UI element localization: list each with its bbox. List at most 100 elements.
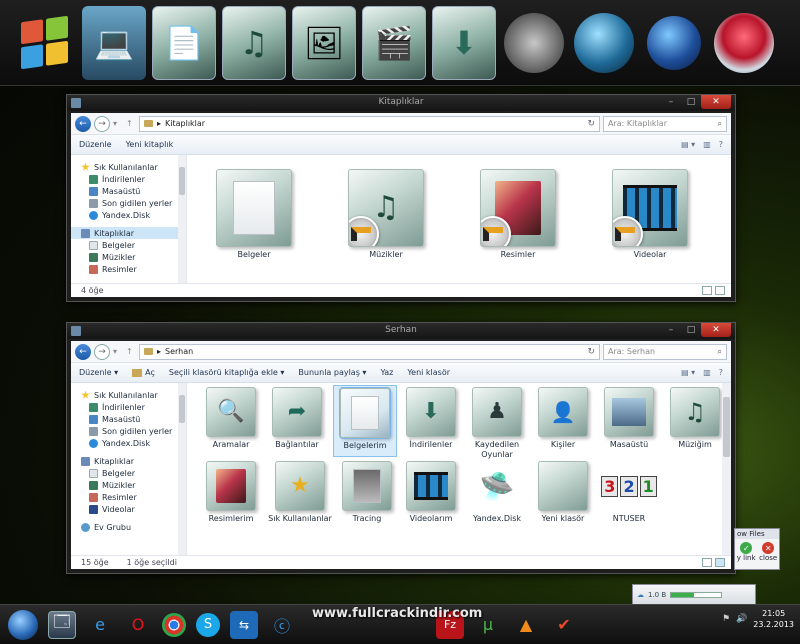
library-item-documents[interactable]: Belgeler	[209, 169, 299, 260]
folder-item-my-music[interactable]: ♫ Müziğim	[665, 387, 725, 450]
up-arrow-icon[interactable]: ↑	[126, 347, 136, 356]
large-icons-view-icon[interactable]	[715, 558, 725, 567]
nav-scrollbar[interactable]	[178, 155, 186, 283]
back-button[interactable]: ←	[75, 115, 91, 132]
details-view-icon[interactable]	[702, 286, 712, 295]
folder-item-new-folder[interactable]: Yeni klasör	[533, 461, 593, 524]
recycle-bin-icon[interactable]	[712, 6, 776, 80]
folder-item-yandex-disk[interactable]: 🛸 Yandex.Disk	[467, 461, 527, 524]
address-bar[interactable]: ▸ Kitaplıklar ↻	[139, 115, 600, 132]
preview-pane-icon[interactable]: ▥	[703, 368, 711, 377]
volume-icon[interactable]: 🔊	[736, 614, 747, 624]
minimize-button[interactable]: –	[661, 323, 681, 337]
help-icon[interactable]: ?	[719, 140, 723, 149]
opera-icon[interactable]: O	[124, 611, 152, 639]
nav-libraries[interactable]: Kitaplıklar	[71, 455, 186, 467]
explorer-taskbar-icon[interactable]: 🗔	[48, 610, 76, 639]
organize-button[interactable]: Düzenle ▾	[79, 368, 118, 377]
nav-pictures[interactable]: Resimler	[71, 263, 186, 275]
maximize-button[interactable]: □	[681, 95, 701, 109]
library-item-music[interactable]: ♫ Müzikler	[341, 169, 431, 260]
nav-documents[interactable]: Belgeler	[71, 239, 186, 251]
documents-folder-icon[interactable]: 📄	[152, 5, 216, 80]
videos-folder-icon[interactable]: 🎬	[362, 5, 426, 80]
nav-desktop[interactable]: Masaüstü	[71, 413, 186, 425]
folder-item-searches[interactable]: 🔍 Aramalar	[201, 387, 261, 450]
breadcrumb[interactable]: Serhan	[165, 347, 193, 356]
folder-item-favorites[interactable]: ★ Sık Kullanılanlar	[267, 461, 333, 524]
chrome-icon[interactable]	[162, 612, 186, 637]
titlebar[interactable]: Serhan – □ ✕	[67, 323, 735, 339]
clock[interactable]: 21:05 23.2.2013	[753, 608, 794, 630]
recent-pages-chevron-icon[interactable]: ▾	[113, 347, 123, 356]
app-c-icon[interactable]: ⓒ	[268, 611, 296, 639]
nav-downloads[interactable]: İndirilenler	[71, 173, 186, 185]
nav-yandex[interactable]: Yandex.Disk	[71, 209, 186, 221]
forward-button[interactable]: →	[94, 343, 110, 360]
recent-pages-chevron-icon[interactable]: ▾	[113, 119, 123, 128]
skype-icon[interactable]: S	[196, 612, 220, 637]
nav-favorites[interactable]: Sık Kullanılanlar	[71, 161, 186, 173]
downloads-folder-icon[interactable]: ⬇	[432, 5, 496, 80]
nav-videos[interactable]: Videolar	[71, 503, 186, 515]
nav-music[interactable]: Müzikler	[71, 251, 186, 263]
start-button[interactable]	[8, 609, 38, 640]
network-globe-icon[interactable]	[572, 6, 636, 80]
nav-yandex[interactable]: Yandex.Disk	[71, 437, 186, 449]
forward-button[interactable]: →	[94, 115, 110, 132]
titlebar[interactable]: Kitaplıklar – □ ✕	[67, 95, 735, 111]
nav-favorites[interactable]: Sık Kullanılanlar	[71, 389, 186, 401]
maximize-button[interactable]: □	[681, 323, 701, 337]
breadcrumb[interactable]: Kitaplıklar	[165, 119, 205, 128]
folder-item-saved-games[interactable]: ♟ Kaydedilen Oyunlar	[467, 387, 527, 460]
new-folder-button[interactable]: Yeni klasör	[407, 368, 450, 377]
content-scrollbar[interactable]	[722, 383, 731, 555]
preview-pane-icon[interactable]: ▥	[703, 140, 711, 149]
search-input[interactable]: Ara: Kitaplıklar ⌕	[603, 115, 727, 132]
library-item-pictures[interactable]: Resimler	[473, 169, 563, 260]
breadcrumb-chevron-icon[interactable]: ▸	[157, 119, 161, 128]
new-library-button[interactable]: Yeni kitaplık	[126, 140, 174, 149]
internet-earth-icon[interactable]	[642, 6, 706, 80]
search-input[interactable]: Ara: Serhan ⌕	[603, 343, 727, 360]
folder-item-downloads[interactable]: ⬇ İndirilenler	[401, 387, 461, 450]
share-with-button[interactable]: Bununla paylaş ▾	[298, 368, 366, 377]
internet-explorer-icon[interactable]: e	[86, 611, 114, 639]
open-button[interactable]: Aç	[132, 368, 155, 377]
flag-icon[interactable]: ⚑	[722, 614, 730, 624]
nav-homegroup[interactable]: Ev Grubu	[71, 521, 186, 533]
address-bar[interactable]: ▸ Serhan ↻	[139, 343, 600, 360]
folder-item-my-documents[interactable]: Belgelerim	[333, 385, 397, 457]
nav-scrollbar[interactable]	[178, 383, 186, 555]
checklist-icon[interactable]: ✔	[550, 611, 578, 639]
computer-icon[interactable]: 💻	[82, 5, 146, 80]
details-view-icon[interactable]	[702, 558, 712, 567]
teamviewer-icon[interactable]: ⇆	[230, 610, 258, 639]
nav-downloads[interactable]: İndirilenler	[71, 401, 186, 413]
close-button[interactable]: ✕	[701, 95, 731, 109]
vlc-icon[interactable]: ▲	[512, 611, 540, 639]
library-item-videos[interactable]: Videolar	[605, 169, 695, 260]
nav-recent[interactable]: Son gidilen yerler	[71, 425, 186, 437]
settings-gear-icon[interactable]	[502, 6, 566, 80]
up-arrow-icon[interactable]: ↑	[126, 119, 136, 128]
folder-item-tracing[interactable]: Tracing	[337, 461, 397, 524]
back-button[interactable]: ←	[75, 343, 91, 360]
pictures-folder-icon[interactable]: 🖼	[292, 5, 356, 80]
popup-close-button[interactable]: ✕ close	[759, 542, 777, 562]
folder-item-desktop[interactable]: Masaüstü	[599, 387, 659, 450]
music-folder-icon[interactable]: ♫	[222, 5, 286, 80]
folder-item-contacts[interactable]: 👤 Kişiler	[533, 387, 593, 450]
folder-item-my-videos[interactable]: Videolarım	[401, 461, 461, 524]
refresh-icon[interactable]: ↻	[587, 347, 595, 357]
nav-music[interactable]: Müzikler	[71, 479, 186, 491]
file-item-ntuser[interactable]: 3 2 1 NTUSER	[599, 461, 659, 524]
minimize-button[interactable]: –	[661, 95, 681, 109]
popup-link-button[interactable]: ✓ y link	[737, 542, 756, 562]
windows-tiles-icon[interactable]	[12, 6, 76, 80]
nav-documents[interactable]: Belgeler	[71, 467, 186, 479]
large-icons-view-icon[interactable]	[715, 286, 725, 295]
view-options-icon[interactable]: ▤ ▾	[681, 140, 695, 149]
refresh-icon[interactable]: ↻	[587, 119, 595, 129]
view-options-icon[interactable]: ▤ ▾	[681, 368, 695, 377]
